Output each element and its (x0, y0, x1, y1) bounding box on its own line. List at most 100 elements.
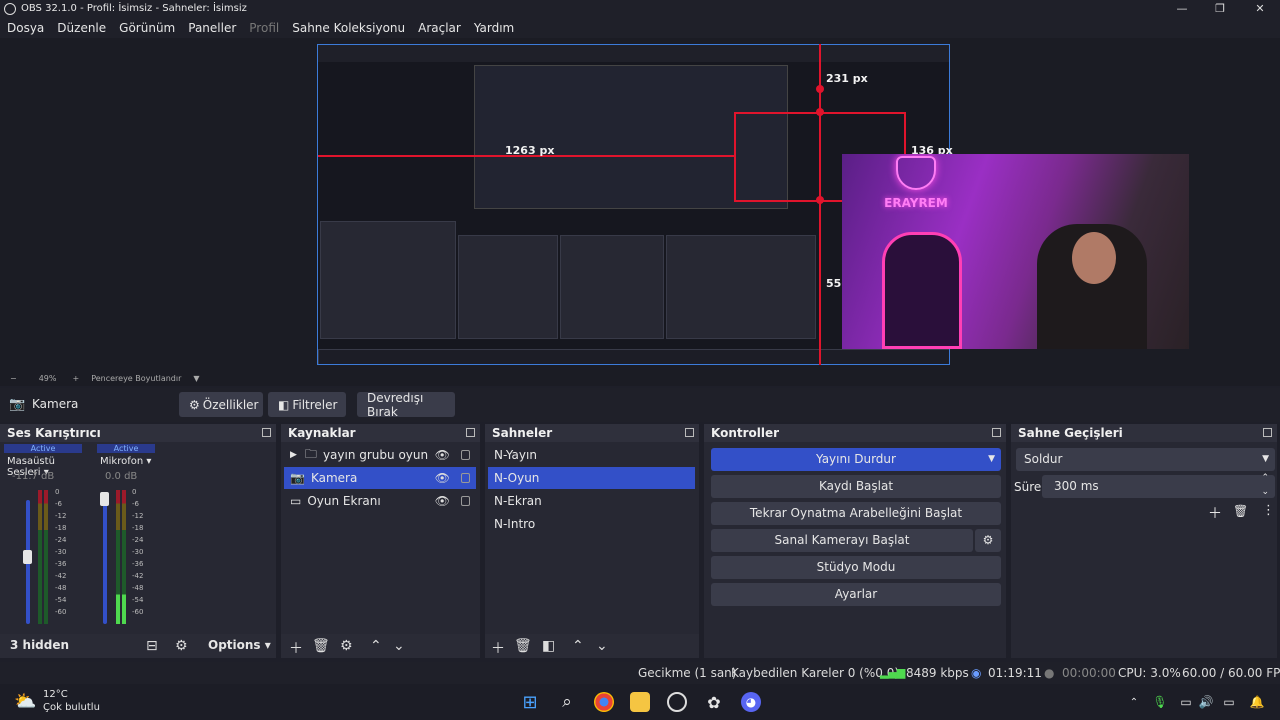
record-icon: ● (1044, 666, 1055, 680)
transition-select[interactable]: Soldur ▼ (1016, 448, 1275, 471)
chatgpt-icon[interactable]: ✿ (704, 692, 724, 712)
display-icon[interactable]: ▭ (1176, 692, 1196, 712)
undock-icon[interactable] (992, 428, 1001, 437)
scenes-footer: ＋ 🗑 ◧ ⌃ ⌄ (485, 634, 699, 658)
lock-icon[interactable] (461, 496, 470, 506)
menu-help[interactable]: Yardım (474, 21, 514, 35)
start-replay-buffer-button[interactable]: Tekrar Oynatma Arabelleğini Başlat (711, 502, 1001, 525)
menu-docks[interactable]: Paneller (188, 21, 236, 35)
menu-file[interactable]: Dosya (7, 21, 44, 35)
trash-icon[interactable]: 🗑 (514, 638, 532, 654)
expand-chevron-icon[interactable]: ▶ (290, 450, 297, 460)
settings-button[interactable]: Ayarlar (711, 583, 1001, 606)
mixer-channel-desktop: Active Masaüstü Sesleri ▾ -11.7 dB 0 -6 -1… (4, 444, 82, 647)
search-icon[interactable]: ⌕ (557, 692, 577, 712)
tray-chevron-up-icon[interactable]: ⌃ (1124, 692, 1144, 712)
move-down-icon[interactable]: ⌄ (393, 638, 405, 654)
duration-input[interactable]: 300 ms ⌃ ⌄ (1042, 473, 1275, 498)
zoom-dropdown-icon[interactable]: ▼ (193, 374, 199, 383)
add-icon[interactable]: ＋ (491, 638, 505, 658)
zoom-out-button[interactable]: − (10, 374, 17, 383)
undock-icon[interactable] (685, 428, 694, 437)
duration-label: Süre (1014, 480, 1042, 494)
volume-slider-handle[interactable] (23, 550, 32, 564)
camera-source[interactable]: ERAYREM (842, 154, 1189, 349)
chrome-icon[interactable] (594, 692, 614, 712)
advanced-audio-icon[interactable]: ⚙ (175, 638, 188, 654)
nested-mixer (320, 221, 456, 339)
more-options-icon[interactable]: ⋮ (1262, 503, 1275, 518)
hidden-count[interactable]: 3 hidden (10, 638, 69, 652)
visibility-eye-icon[interactable]: 👁 (435, 471, 450, 485)
chevron-down-icon[interactable]: ▼ (988, 448, 995, 471)
move-up-icon[interactable]: ⌃ (572, 638, 584, 654)
filters-button[interactable]: ◧ Filtreler (268, 392, 346, 417)
move-up-icon[interactable]: ⌃ (370, 638, 382, 654)
source-item-game-capture[interactable]: ▭ Oyun Ekranı 👁 (284, 490, 476, 512)
volume-slider-handle[interactable] (100, 492, 109, 506)
studio-mode-button[interactable]: Stüdyo Modu (711, 556, 1001, 579)
start-recording-button[interactable]: Kaydı Başlat (711, 475, 1001, 498)
source-item-group[interactable]: ▶ 🗀 yayın grubu oyun 👁 (284, 444, 476, 466)
start-virtual-camera-button[interactable]: Sanal Kamerayı Başlat (711, 529, 973, 552)
properties-button[interactable]: ⚙ Özellikler (179, 392, 263, 417)
volume-icon[interactable]: 🔊 (1196, 692, 1216, 712)
level-meter-left (116, 490, 120, 624)
trash-icon[interactable]: 🗑 (312, 638, 330, 654)
close-icon[interactable]: ✕ (1240, 0, 1280, 17)
camera-icon: 📷 (290, 471, 305, 485)
obs-taskbar-icon[interactable] (667, 692, 687, 712)
scene-item[interactable]: N-Ekran (488, 490, 695, 512)
lock-icon[interactable] (461, 450, 470, 460)
weather-temp[interactable]: 12°C (43, 689, 68, 700)
maximize-icon[interactable]: ❐ (1200, 0, 1240, 17)
layout-toggle-icon[interactable]: ⊟ (146, 638, 158, 654)
menu-tools[interactable]: Araçlar (418, 21, 461, 35)
spinner-arrows-icon[interactable]: ⌃ ⌄ (1261, 471, 1269, 499)
bbox-handle-top[interactable] (816, 108, 824, 116)
scene-item[interactable]: N-Oyun (488, 467, 695, 489)
weather-desc[interactable]: Çok bulutlu (43, 702, 100, 713)
undock-icon[interactable] (262, 428, 271, 437)
visibility-eye-icon[interactable]: 👁 (435, 448, 450, 462)
discord-icon[interactable]: ◕ (741, 692, 761, 712)
deactivate-button[interactable]: Devredışı Bırak (357, 391, 455, 419)
weather-cloud-icon[interactable]: ⛅ (14, 691, 36, 712)
move-down-icon[interactable]: ⌄ (596, 638, 608, 654)
menu-profile[interactable]: Profil (249, 21, 279, 35)
undock-icon[interactable] (1263, 428, 1272, 437)
bbox-handle-bottom[interactable] (816, 196, 824, 204)
stop-streaming-button[interactable]: Yayını Durdur ▼ (711, 448, 1001, 471)
windows-start-icon[interactable]: ⊞ (520, 692, 540, 713)
menu-view[interactable]: Görünüm (119, 21, 175, 35)
trash-icon[interactable]: 🗑 (1233, 504, 1248, 518)
add-icon[interactable]: ＋ (289, 638, 303, 658)
source-item-camera[interactable]: 📷 Kamera 👁 (284, 467, 476, 489)
add-transition-icon[interactable]: ＋ (1208, 503, 1222, 523)
guide-handle[interactable] (816, 85, 824, 93)
options-button[interactable]: Options ▾ (208, 638, 271, 652)
gear-icon[interactable]: ⚙ (340, 638, 353, 654)
file-explorer-icon[interactable] (630, 692, 650, 712)
virtual-camera-settings-button[interactable]: ⚙ (975, 529, 1001, 552)
menu-edit[interactable]: Düzenle (57, 21, 106, 35)
obs-logo-icon (4, 2, 16, 15)
minimize-icon[interactable]: — (1162, 0, 1202, 17)
channel-name[interactable]: Mikrofon ▾ (100, 456, 151, 467)
nested-sources (458, 235, 558, 339)
notification-bell-icon[interactable]: 🔔 (1247, 692, 1267, 712)
volume-slider[interactable] (103, 500, 107, 624)
fit-to-window-label[interactable]: Pencereye Boyutlandır (91, 374, 181, 383)
visibility-eye-icon[interactable]: 👁 (435, 494, 450, 508)
battery-icon[interactable]: ▭ (1219, 692, 1239, 712)
filter-icon[interactable]: ◧ (542, 638, 555, 654)
scene-item[interactable]: N-Yayın (488, 444, 695, 466)
undock-icon[interactable] (466, 428, 475, 437)
scene-item[interactable]: N-Intro (488, 513, 695, 535)
transitions-dock: Sahne Geçişleri Soldur ▼ Süre 300 ms ⌃ ⌄ … (1011, 424, 1277, 658)
microphone-icon[interactable]: 🎙 (1150, 692, 1170, 712)
lock-icon[interactable] (461, 473, 470, 483)
properties-label: Özellikler (202, 397, 259, 412)
menu-scene-collection[interactable]: Sahne Koleksiyonu (292, 21, 405, 35)
zoom-in-button[interactable]: + (72, 374, 79, 383)
